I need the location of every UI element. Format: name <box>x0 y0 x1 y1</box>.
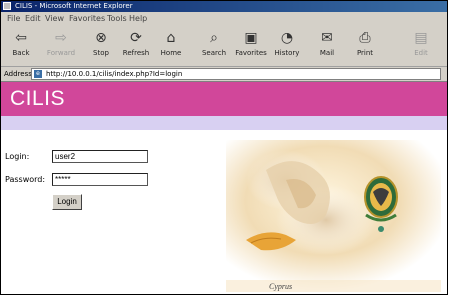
menu-tools[interactable]: Tools <box>107 14 127 24</box>
forward-arrow-icon: ⇨ <box>55 30 67 46</box>
menu-edit[interactable]: Edit <box>25 14 41 24</box>
home-label: Home <box>160 49 182 57</box>
address-bar: Address e http://10.0.0.1/cilis/index.ph… <box>1 67 447 82</box>
back-arrow-icon: ⇦ <box>15 30 27 46</box>
print-label: Print <box>356 49 374 57</box>
address-label: Address <box>4 70 32 78</box>
refresh-icon: ⟳ <box>130 30 142 46</box>
page-icon: e <box>34 70 42 78</box>
favorites-button[interactable]: ▣ Favorites <box>233 28 269 64</box>
mail-label: Mail <box>319 49 335 57</box>
menu-favorites[interactable]: Favorites <box>69 14 105 24</box>
home-icon: ⌂ <box>166 30 176 46</box>
banner-stripe <box>1 116 447 130</box>
stop-button[interactable]: ⊗ Stop <box>83 28 119 64</box>
page-content: Login: user2 Password: ***** Login Cypru… <box>1 130 447 294</box>
login-input[interactable]: user2 <box>52 150 148 163</box>
history-icon: ◔ <box>280 30 294 46</box>
password-input[interactable]: ***** <box>52 173 148 186</box>
stop-icon: ⊗ <box>95 30 107 46</box>
forward-button[interactable]: ⇨ Forward <box>43 28 79 64</box>
menu-file[interactable]: File <box>7 14 20 24</box>
favorites-label: Favorites <box>235 49 267 57</box>
address-url: http://10.0.0.1/cilis/index.php?Id=login <box>46 70 183 78</box>
search-icon: ⌕ <box>210 30 218 46</box>
stop-label: Stop <box>93 49 109 57</box>
edit-label: Edit <box>414 49 428 57</box>
address-input[interactable]: e http://10.0.0.1/cilis/index.php?Id=log… <box>31 68 441 80</box>
refresh-button[interactable]: ⟳ Refresh <box>118 28 154 64</box>
menu-view[interactable]: View <box>45 14 64 24</box>
login-button[interactable]: Login <box>52 194 82 210</box>
refresh-label: Refresh <box>122 49 150 57</box>
menu-help[interactable]: Help <box>129 14 147 24</box>
back-label: Back <box>12 49 30 57</box>
menu-bar: File Edit View Favorites Tools Help <box>1 12 447 27</box>
toolbar: ⇦ Back ⇨ Forward ⊗ Stop ⟳ Refresh ⌂ Home… <box>1 26 447 67</box>
edit-icon: ▤ <box>414 30 428 46</box>
mail-icon: ✉ <box>321 30 333 46</box>
cyprus-illustration <box>226 140 441 292</box>
mail-button[interactable]: ✉ Mail <box>309 28 345 64</box>
cyprus-caption: Cyprus <box>269 282 293 291</box>
home-button[interactable]: ⌂ Home <box>153 28 189 64</box>
browser-window: CILIS - Microsoft Internet Explorer File… <box>0 0 448 295</box>
site-banner: CILIS <box>1 82 447 116</box>
forward-label: Forward <box>46 49 76 57</box>
title-bar: CILIS - Microsoft Internet Explorer <box>1 1 447 12</box>
password-label: Password: <box>5 175 46 184</box>
search-button[interactable]: ⌕ Search <box>196 28 232 64</box>
site-title: CILIS <box>10 87 66 110</box>
window-title: CILIS - Microsoft Internet Explorer <box>15 2 133 10</box>
edit-button[interactable]: ▤ Edit <box>403 28 439 64</box>
history-button[interactable]: ◔ History <box>269 28 305 64</box>
login-label: Login: <box>5 152 30 161</box>
favorites-icon: ▣ <box>244 30 258 46</box>
print-button[interactable]: ⎙ Print <box>347 28 383 64</box>
back-button[interactable]: ⇦ Back <box>3 28 39 64</box>
search-label: Search <box>201 49 227 57</box>
history-label: History <box>274 49 300 57</box>
ie-icon <box>3 2 11 10</box>
print-icon: ⎙ <box>359 30 371 46</box>
